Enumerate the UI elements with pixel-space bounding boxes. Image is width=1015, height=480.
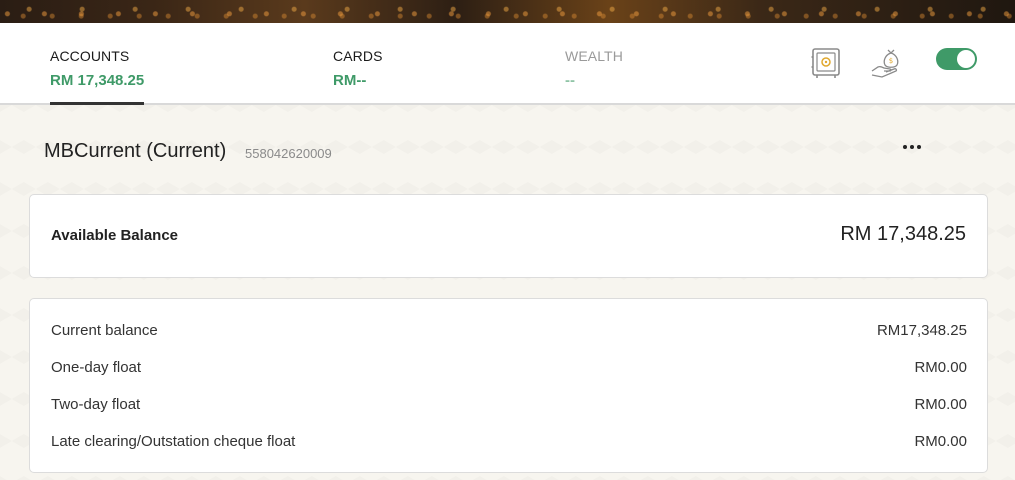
available-balance-card: Available Balance RM 17,348.25 xyxy=(29,194,988,278)
tab-cards[interactable]: CARDS RM-- xyxy=(333,48,383,89)
balance-row-value: RM0.00 xyxy=(914,359,967,376)
balance-row: Late clearing/Outstation cheque float RM… xyxy=(51,433,967,455)
money-bag-hand-icon[interactable]: $ xyxy=(870,47,904,79)
balance-row-label: Current balance xyxy=(51,322,158,339)
more-options-icon[interactable] xyxy=(900,139,924,155)
tab-wealth[interactable]: WEALTH -- xyxy=(565,48,623,89)
tab-cards-value: RM-- xyxy=(333,72,367,89)
available-balance-value: RM 17,348.25 xyxy=(840,223,966,245)
tab-accounts-value: RM 17,348.25 xyxy=(50,72,145,89)
balance-row-label: Late clearing/Outstation cheque float xyxy=(51,433,296,450)
balance-row-value: RM17,348.25 xyxy=(876,322,967,339)
summary-tab-bar: ACCOUNTS RM 17,348.25 CARDS RM-- WEALTH … xyxy=(0,23,1015,105)
tab-accounts-label: ACCOUNTS xyxy=(50,48,130,64)
balance-details-card: Current balance RM17,348.25 One-day floa… xyxy=(29,298,988,473)
balance-row: Current balance RM17,348.25 xyxy=(51,322,967,344)
balance-row-value: RM0.00 xyxy=(914,433,967,450)
available-balance-label: Available Balance xyxy=(51,227,179,244)
account-details-panel: MBCurrent (Current) 558042620009 Availab… xyxy=(0,105,1015,480)
tab-cards-label: CARDS xyxy=(333,48,383,64)
svg-text:$: $ xyxy=(889,57,893,65)
safe-icon[interactable] xyxy=(811,47,841,79)
hero-banner-image xyxy=(0,0,1015,23)
view-toggle-switch[interactable] xyxy=(936,48,977,70)
toggle-knob xyxy=(957,50,975,68)
tab-wealth-value: -- xyxy=(565,72,575,89)
tab-wealth-label: WEALTH xyxy=(565,48,623,64)
balance-row-label: Two-day float xyxy=(51,396,141,413)
balance-row: Two-day float RM0.00 xyxy=(51,396,967,418)
balance-row: One-day float RM0.00 xyxy=(51,359,967,381)
account-number: 558042620009 xyxy=(245,146,332,161)
tab-accounts[interactable]: ACCOUNTS RM 17,348.25 xyxy=(50,48,144,89)
balance-row-label: One-day float xyxy=(51,359,142,376)
account-name: MBCurrent (Current) xyxy=(44,140,227,162)
balance-row-value: RM0.00 xyxy=(914,396,967,413)
